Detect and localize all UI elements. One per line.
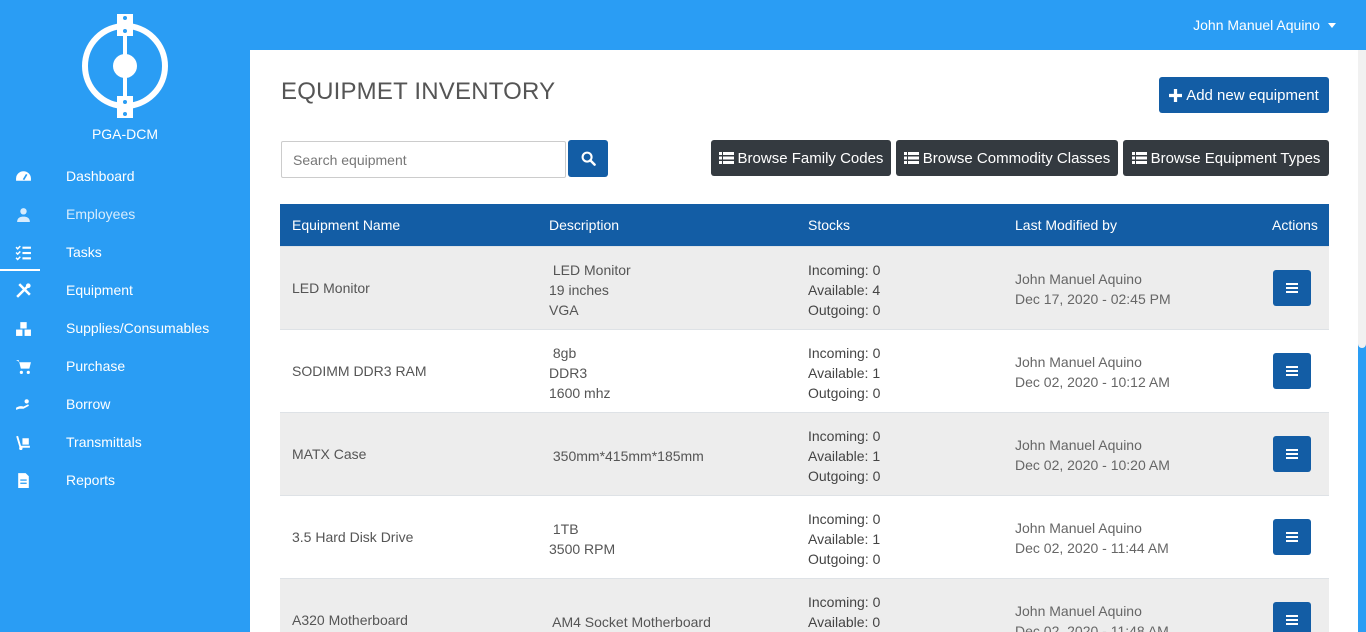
user-menu-dropdown[interactable]: John Manuel Aquino	[1193, 17, 1336, 33]
list-icon	[718, 152, 734, 164]
list-icon	[1131, 152, 1147, 164]
table-row: SODIMM DDR3 RAM 8gb DDR3 1600 mhz Incoming…	[280, 329, 1329, 412]
sidebar-item-tasks[interactable]: Tasks	[0, 233, 250, 271]
menu-icon	[1286, 366, 1298, 376]
sidebar-item-label: Borrow	[66, 396, 111, 412]
dashboard-icon	[16, 171, 31, 181]
plus-icon	[1169, 88, 1183, 102]
sidebar: PGA-DCM Dashboard Employees Tasks Equipm…	[0, 0, 250, 632]
search-button[interactable]	[568, 140, 608, 177]
sidebar-item-label: Reports	[66, 472, 116, 488]
menu-icon	[1286, 449, 1298, 459]
add-equipment-button[interactable]: Add new equipment	[1159, 77, 1329, 113]
logo	[0, 12, 250, 122]
menu-icon	[1286, 283, 1298, 293]
sidebar-item-label: Dashboard	[66, 168, 135, 184]
column-header: Stocks	[808, 217, 851, 233]
last-modified: John Manuel Aquino Dec 02, 2020 - 11:44 A…	[1015, 520, 1169, 556]
sidebar-item-reports[interactable]: Reports	[0, 461, 250, 499]
last-modified: John Manuel Aquino Dec 02, 2020 - 10:12 A…	[1015, 354, 1170, 390]
sidebar-item-label: Purchase	[66, 358, 126, 374]
hand-icon	[16, 399, 29, 410]
menu-icon	[1286, 532, 1298, 542]
equipment-name: 3.5 Hard Disk Drive	[292, 529, 414, 545]
browse-commodity-classes-button[interactable]: Browse Commodity Classes	[896, 140, 1118, 176]
column-header: Last Modified by	[1015, 217, 1117, 233]
row-actions-button[interactable]	[1273, 353, 1311, 389]
equipment-description: 8gb DDR3 1600 mhz	[549, 345, 611, 401]
equipment-table: Equipment Name Description Stocks Last M…	[280, 204, 1329, 632]
browse-equipment-types-button[interactable]: Browse Equipment Types	[1123, 140, 1329, 176]
page-title: EQUIPMET INVENTORY	[281, 78, 556, 105]
list-icon	[903, 152, 919, 164]
sidebar-item-employees[interactable]: Employees	[0, 195, 250, 233]
cart-icon	[16, 360, 31, 374]
sidebar-item-purchase[interactable]: Purchase	[0, 347, 250, 385]
equipment-name: LED Monitor	[292, 280, 370, 296]
top-navbar: John Manuel Aquino	[250, 0, 1366, 50]
equipment-stocks: Incoming: 0 Available: 1 Outgoing: 0	[808, 345, 881, 401]
table-header: Equipment Name Description Stocks Last M…	[280, 204, 1329, 246]
brand-name: PGA-DCM	[91, 126, 159, 142]
equipment-description: LED Monitor 19 inches VGA	[549, 262, 631, 318]
scrollbar-thumb[interactable]	[1358, 50, 1366, 348]
last-modified: John Manuel Aquino Dec 17, 2020 - 02:45 P…	[1015, 271, 1171, 307]
browse-family-codes-button[interactable]: Browse Family Codes	[711, 140, 891, 176]
table-body: LED Monitor LED Monitor 19 inches VGA Inco…	[280, 246, 1329, 632]
search-input[interactable]	[281, 141, 566, 178]
row-actions-button[interactable]	[1273, 602, 1311, 632]
sidebar-nav: Dashboard Employees Tasks Equipment Supp…	[0, 157, 250, 499]
table-row: A320 Motherboard AM4 Socket Motherboard …	[280, 578, 1329, 632]
equipment-stocks: Incoming: 0 Available: 1 Outgoing: 0	[808, 428, 881, 484]
equipment-description: 350mm*415mm*185mm	[549, 448, 704, 464]
sidebar-item-label: Supplies/Consumables	[66, 320, 210, 336]
file-icon	[18, 473, 29, 488]
sidebar-item-transmittals[interactable]: Transmittals	[0, 423, 250, 461]
table-row: MATX Case 350mm*415mm*185mm Incoming: 0A…	[280, 412, 1329, 495]
equipment-description: 1TB 3500 RPM	[549, 521, 616, 557]
browse-label: Browse Commodity Classes	[922, 149, 1111, 167]
dolly-icon	[16, 435, 30, 451]
equipment-stocks: Incoming: 0 Available: 1 Outgoing: 0	[808, 511, 881, 567]
sidebar-item-borrow[interactable]: Borrow	[0, 385, 250, 423]
row-actions-button[interactable]	[1273, 270, 1311, 306]
column-header: Equipment Name	[292, 217, 401, 233]
sidebar-item-label: Transmittals	[66, 434, 142, 450]
last-modified: John Manuel Aquino Dec 02, 2020 - 11:48 A…	[1015, 603, 1169, 632]
browse-label: Browse Equipment Types	[1150, 149, 1321, 167]
sidebar-item-label: Tasks	[66, 244, 102, 260]
user-name: John Manuel Aquino	[1193, 17, 1320, 33]
equipment-name: SODIMM DDR3 RAM	[292, 363, 427, 379]
table-row: 3.5 Hard Disk Drive 1TB 3500 RPM Incoming…	[280, 495, 1329, 578]
browse-label: Browse Family Codes	[737, 149, 884, 167]
boxes-icon	[16, 322, 31, 336]
main-content: EQUIPMET INVENTORY Add new equipment Bro…	[250, 50, 1358, 632]
user-icon	[17, 208, 30, 222]
add-equipment-label: Add new equipment	[1186, 86, 1319, 104]
sidebar-item-equipment[interactable]: Equipment	[0, 271, 250, 309]
menu-icon	[1286, 615, 1298, 625]
caret-down-icon	[1328, 22, 1336, 28]
last-modified: John Manuel Aquino Dec 02, 2020 - 10:20 A…	[1015, 437, 1170, 473]
equipment-name: MATX Case	[292, 446, 367, 462]
sidebar-item-dashboard[interactable]: Dashboard	[0, 157, 250, 195]
equipment-stocks: Incoming: 0 Available: 0	[808, 594, 881, 630]
row-actions-button[interactable]	[1273, 436, 1311, 472]
row-actions-button[interactable]	[1273, 519, 1311, 555]
table-row: LED Monitor LED Monitor 19 inches VGA Inco…	[280, 246, 1329, 329]
tools-icon	[16, 283, 31, 298]
column-header: Actions	[1272, 217, 1318, 233]
tasks-icon	[15, 245, 31, 261]
equipment-description: AM4 Socket Motherboard	[549, 614, 711, 630]
equipment-name: A320 Motherboard	[292, 612, 408, 628]
sidebar-item-label: Equipment	[66, 282, 133, 298]
search-icon	[581, 151, 596, 166]
column-header: Description	[549, 217, 620, 233]
sidebar-item-label: Employees	[66, 206, 136, 222]
equipment-stocks: Incoming: 0 Available: 4 Outgoing: 0	[808, 262, 881, 318]
sidebar-item-supplies[interactable]: Supplies/Consumables	[0, 309, 250, 347]
